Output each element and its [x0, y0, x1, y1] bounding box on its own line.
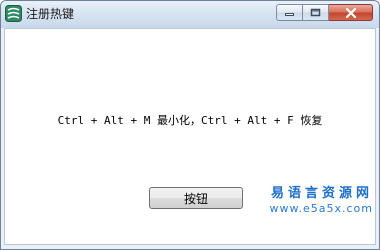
close-icon: [345, 7, 356, 18]
app-icon: [5, 5, 22, 22]
minimize-button[interactable]: [276, 4, 303, 21]
main-window: 注册热键 Ctrl + Alt + M 最小化，Ctrl + Alt + F 恢…: [0, 0, 380, 250]
client-area: Ctrl + Alt + M 最小化，Ctrl + Alt + F 恢复 按钮: [4, 28, 376, 245]
close-button[interactable]: [329, 4, 373, 21]
minimize-icon: [285, 13, 294, 16]
maximize-icon: [310, 8, 321, 17]
hotkey-instructions: Ctrl + Alt + M 最小化，Ctrl + Alt + F 恢复: [57, 114, 323, 127]
action-button[interactable]: 按钮: [149, 187, 243, 209]
maximize-button[interactable]: [303, 4, 329, 21]
title-bar[interactable]: 注册热键: [1, 1, 379, 28]
window-title: 注册热键: [26, 7, 75, 21]
caption-buttons: [276, 4, 373, 22]
